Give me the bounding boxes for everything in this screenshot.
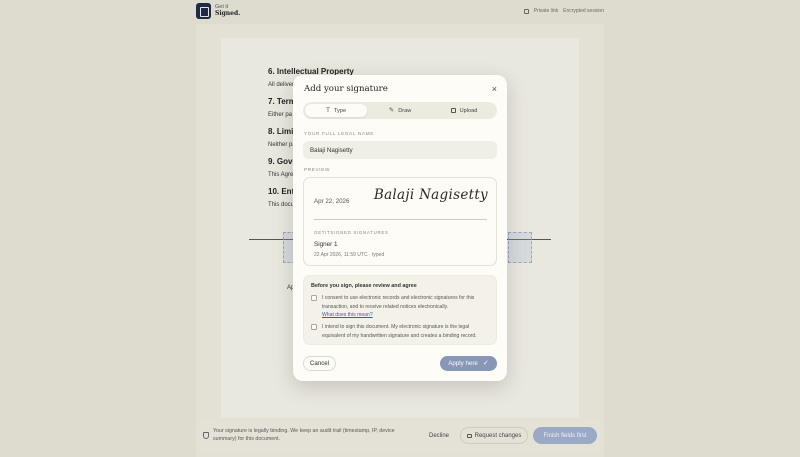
preview-divider bbox=[314, 219, 487, 220]
brand: Get it Signed. bbox=[215, 4, 240, 17]
preview-caption: GETITSIGNED SIGNATURES bbox=[314, 230, 389, 235]
preview-date: Apr 22, 2026 bbox=[314, 198, 350, 205]
preview-signer: Signer 1 bbox=[314, 241, 338, 248]
cancel-label: Cancel bbox=[309, 360, 330, 367]
pen-icon: ✎ bbox=[388, 107, 395, 114]
finish-label: Finish fields first bbox=[543, 432, 587, 439]
consent-help-link[interactable]: What does this mean? bbox=[322, 311, 492, 320]
private-link-label: Private link bbox=[533, 8, 559, 14]
tab-upload[interactable]: Upload bbox=[433, 104, 495, 117]
request-changes-button[interactable]: Request changes bbox=[460, 427, 528, 444]
signature-modal: Add your signature × T Type ✎ Draw Uploa… bbox=[293, 75, 507, 381]
consent-text-wrap: I consent to use electronic records and … bbox=[322, 294, 492, 320]
logo-icon bbox=[196, 3, 211, 19]
intent-checkbox[interactable] bbox=[311, 324, 317, 330]
section-heading: 8. Limi bbox=[268, 127, 294, 136]
section-text: Either pa bbox=[268, 112, 293, 118]
shield-icon bbox=[203, 432, 209, 439]
section-text: All deliver bbox=[268, 82, 295, 88]
comment-icon bbox=[466, 433, 472, 438]
image-icon bbox=[450, 108, 456, 113]
name-field-label: YOUR FULL LEGAL NAME bbox=[304, 131, 375, 136]
tab-type-label: Type bbox=[333, 107, 347, 114]
encrypted-label: Encrypted session bbox=[563, 8, 604, 14]
tab-upload-label: Upload bbox=[459, 107, 478, 114]
section-text: This docu bbox=[268, 202, 295, 208]
consent-title: Before you sign, please review and agree bbox=[311, 283, 417, 289]
section-text: This Agre bbox=[268, 172, 294, 178]
section-heading: 7. Term bbox=[268, 97, 296, 106]
tab-type[interactable]: T Type bbox=[305, 104, 367, 117]
preview-signature: Balaji Nagisetty bbox=[373, 187, 488, 203]
intent-text-wrap: I intend to sign this document. My elect… bbox=[322, 323, 492, 340]
preview-label: PREVIEW bbox=[304, 167, 331, 172]
decline-label: Decline bbox=[428, 432, 449, 439]
session-info: Private link Encrypted session bbox=[523, 8, 604, 14]
apply-button[interactable]: Apply here ✓ bbox=[440, 356, 497, 371]
text-icon: T bbox=[325, 107, 330, 114]
signature-field[interactable] bbox=[508, 232, 532, 263]
finish-button[interactable]: Finish fields first bbox=[533, 427, 597, 444]
full-name-input[interactable] bbox=[303, 141, 497, 159]
tab-draw-label: Draw bbox=[398, 107, 412, 114]
modal-title: Add your signature bbox=[304, 84, 388, 94]
section-heading: 10. Ent bbox=[268, 187, 295, 196]
preview-meta: 22 Apr 2026, 11:59 UTC · typed bbox=[314, 252, 385, 258]
legal-notice: Your signature is legally binding. We ke… bbox=[213, 428, 395, 442]
intent-text: I intend to sign this document. My elect… bbox=[322, 324, 477, 339]
brand-line2: Signed. bbox=[215, 9, 241, 17]
close-icon[interactable]: × bbox=[492, 84, 497, 94]
cancel-button[interactable]: Cancel bbox=[303, 356, 336, 371]
decline-button[interactable]: Decline bbox=[424, 427, 454, 444]
top-bar: Get it Signed. Private link Encrypted se… bbox=[0, 0, 800, 24]
consent-text: I consent to use electronic records and … bbox=[322, 295, 475, 310]
apply-label: Apply here bbox=[448, 360, 478, 367]
consent-panel: Before you sign, please review and agree… bbox=[303, 275, 497, 345]
signature-mode-tabs: T Type ✎ Draw Upload bbox=[303, 102, 497, 119]
signature-preview: Apr 22, 2026 Balaji Nagisetty GETITSIGNE… bbox=[303, 177, 497, 266]
check-icon: ✓ bbox=[482, 360, 489, 367]
request-changes-label: Request changes bbox=[474, 432, 522, 439]
section-text: Neither pa bbox=[268, 142, 296, 148]
tab-draw[interactable]: ✎ Draw bbox=[369, 104, 431, 117]
lock-icon bbox=[523, 8, 529, 14]
consent-checkbox[interactable] bbox=[311, 295, 317, 301]
